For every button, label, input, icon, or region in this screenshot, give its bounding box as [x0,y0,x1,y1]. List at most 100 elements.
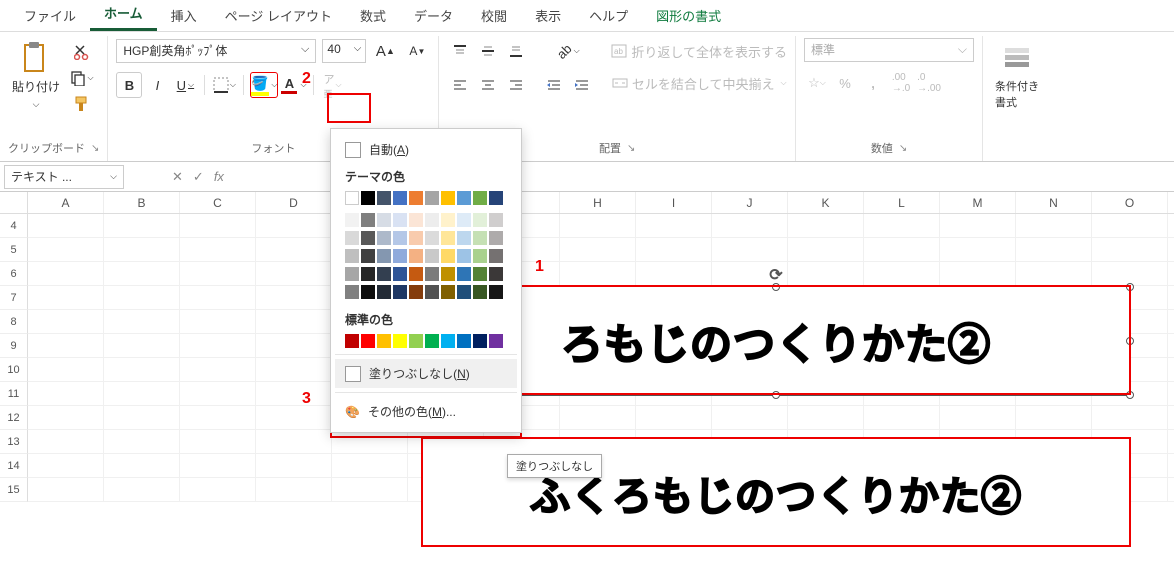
color-swatch[interactable] [457,334,471,348]
color-swatch[interactable] [473,249,487,263]
color-swatch[interactable] [425,285,439,299]
color-swatch[interactable] [409,249,423,263]
row-header[interactable]: 9 [0,334,28,358]
decrease-decimal-button[interactable]: .0→.00 [916,70,942,96]
name-box[interactable]: テキスト ...⌵ [4,165,124,189]
color-swatch[interactable] [473,334,487,348]
increase-font-button[interactable]: A▲ [372,38,398,64]
number-format-select[interactable]: 標準 [804,38,974,62]
fx-button[interactable]: fx [212,167,226,186]
color-swatch[interactable] [345,213,359,227]
color-swatch[interactable] [457,249,471,263]
format-painter-button[interactable] [70,94,94,114]
color-swatch[interactable] [409,334,423,348]
copy-button[interactable]: ⌵ [70,68,94,88]
tab-shape-format[interactable]: 図形の書式 [642,0,735,31]
align-middle-button[interactable] [475,38,501,64]
clipboard-launcher[interactable]: ↘ [91,143,99,154]
tab-help[interactable]: ヘルプ [575,0,642,31]
col-header[interactable]: N [1016,192,1092,213]
color-swatch[interactable] [473,191,487,205]
color-swatch[interactable] [409,267,423,281]
align-center-button[interactable] [475,72,501,98]
auto-color-item[interactable]: 自動(A) [335,135,517,164]
color-swatch[interactable] [361,191,375,205]
tab-formulas[interactable]: 数式 [346,0,400,31]
border-button[interactable]: ⌵ [211,72,237,98]
color-swatch[interactable] [345,249,359,263]
col-header[interactable]: M [940,192,1016,213]
col-header[interactable]: H [560,192,636,213]
color-swatch[interactable] [393,334,407,348]
row-header[interactable]: 10 [0,358,28,382]
resize-handle[interactable] [772,391,780,399]
tab-review[interactable]: 校閲 [467,0,521,31]
col-header[interactable]: A [28,192,104,213]
align-right-button[interactable] [503,72,529,98]
wrap-text-button[interactable]: ab折り返して全体を表示する [611,38,787,64]
color-swatch[interactable] [345,285,359,299]
alignment-launcher[interactable]: ↘ [627,143,635,154]
col-header[interactable]: C [180,192,256,213]
color-swatch[interactable] [473,267,487,281]
color-swatch[interactable] [345,267,359,281]
number-launcher[interactable]: ↘ [899,143,907,154]
align-bottom-button[interactable] [503,38,529,64]
row-header[interactable]: 6 [0,262,28,286]
row-header[interactable]: 15 [0,478,28,502]
color-swatch[interactable] [377,213,391,227]
color-swatch[interactable] [457,285,471,299]
font-size-select[interactable]: 40 [322,39,366,63]
align-top-button[interactable] [447,38,473,64]
color-swatch[interactable] [409,231,423,245]
comma-button[interactable]: , [860,70,886,96]
color-swatch[interactable] [441,285,455,299]
col-header[interactable]: L [864,192,940,213]
row-header[interactable]: 8 [0,310,28,334]
color-swatch[interactable] [489,285,503,299]
color-swatch[interactable] [377,285,391,299]
color-swatch[interactable] [361,249,375,263]
rotate-handle-icon[interactable]: ⟳ [769,265,782,285]
align-left-button[interactable] [447,72,473,98]
color-swatch[interactable] [345,231,359,245]
resize-handle[interactable] [1126,337,1134,345]
color-swatch[interactable] [425,267,439,281]
row-header[interactable]: 13 [0,430,28,454]
conditional-formatting-button[interactable]: 条件付き 書式 [991,38,1043,114]
color-swatch[interactable] [441,231,455,245]
color-swatch[interactable] [489,231,503,245]
color-swatch[interactable] [457,231,471,245]
cancel-formula-button[interactable]: ✕ [170,167,185,187]
row-header[interactable]: 7 [0,286,28,310]
paste-button[interactable]: 貼り付け ⌵ [8,38,64,114]
font-name-select[interactable]: HGP創英角ﾎﾟｯﾌﾟ体 [116,39,316,63]
color-swatch[interactable] [425,231,439,245]
color-swatch[interactable] [361,267,375,281]
color-swatch[interactable] [457,213,471,227]
color-swatch[interactable] [393,249,407,263]
color-swatch[interactable] [425,213,439,227]
resize-handle[interactable] [772,283,780,291]
resize-handle[interactable] [1126,391,1134,399]
color-swatch[interactable] [473,213,487,227]
underline-button[interactable]: U⌵ [172,72,198,98]
color-swatch[interactable] [441,334,455,348]
color-swatch[interactable] [409,285,423,299]
percent-button[interactable]: % [832,70,858,96]
tab-insert[interactable]: 挿入 [157,0,211,31]
color-swatch[interactable] [441,267,455,281]
row-header[interactable]: 12 [0,406,28,430]
increase-decimal-button[interactable]: .00→.0 [888,70,914,96]
color-swatch[interactable] [441,213,455,227]
fill-color-button[interactable]: 🪣 ⌵ [250,72,278,98]
col-header[interactable]: B [104,192,180,213]
color-swatch[interactable] [377,191,391,205]
cut-button[interactable] [70,42,94,62]
color-swatch[interactable] [393,213,407,227]
col-header[interactable]: J [712,192,788,213]
color-swatch[interactable] [393,191,407,205]
color-swatch[interactable] [409,191,423,205]
row-header[interactable]: 14 [0,454,28,478]
italic-button[interactable]: I [144,72,170,98]
